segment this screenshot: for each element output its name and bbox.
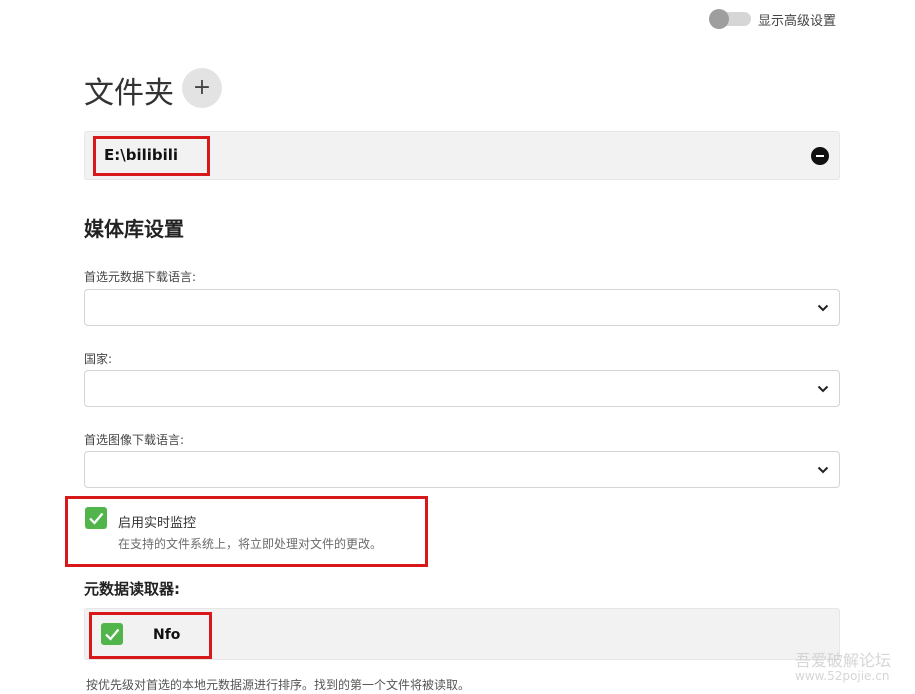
check-icon bbox=[105, 628, 120, 641]
country-label: 国家: bbox=[84, 352, 113, 366]
library-settings-title: 媒体库设置 bbox=[84, 217, 184, 241]
metadata-reader-item[interactable] bbox=[84, 608, 840, 660]
realtime-monitor-checkbox[interactable] bbox=[85, 507, 107, 529]
chevron-down-icon bbox=[817, 304, 829, 312]
country-select[interactable] bbox=[84, 370, 840, 407]
chevron-down-icon bbox=[817, 466, 829, 474]
folder-item bbox=[84, 131, 840, 180]
realtime-monitor-label: 启用实时监控 bbox=[118, 516, 197, 531]
metadata-readers-title: 元数据读取器: bbox=[84, 580, 180, 598]
advanced-toggle-label: 显示高级设置 bbox=[758, 14, 837, 29]
image-language-label: 首选图像下载语言: bbox=[84, 433, 185, 447]
add-folder-button[interactable]: + bbox=[182, 68, 222, 108]
nfo-reader-checkbox[interactable] bbox=[101, 623, 123, 645]
metadata-readers-note: 按优先级对首选的本地元数据源进行排序。找到的第一个文件将被读取。 bbox=[86, 678, 471, 692]
nfo-reader-label: Nfo bbox=[153, 627, 181, 643]
folders-title: 文件夹 bbox=[84, 76, 174, 111]
watermark-title: 吾爱破解论坛 bbox=[795, 651, 892, 670]
chevron-down-icon bbox=[817, 385, 829, 393]
advanced-toggle-knob[interactable] bbox=[709, 9, 729, 29]
watermark-url: www.52pojie.cn bbox=[795, 669, 890, 683]
realtime-monitor-description: 在支持的文件系统上，将立即处理对文件的更改。 bbox=[118, 537, 383, 551]
remove-folder-icon[interactable] bbox=[811, 147, 829, 165]
folder-path: E:\bilibili bbox=[104, 146, 179, 164]
metadata-language-select[interactable] bbox=[84, 289, 840, 326]
image-language-select[interactable] bbox=[84, 451, 840, 488]
highlight-box-monitor bbox=[65, 496, 428, 567]
metadata-language-label: 首选元数据下载语言: bbox=[84, 270, 197, 284]
check-icon bbox=[89, 512, 104, 525]
